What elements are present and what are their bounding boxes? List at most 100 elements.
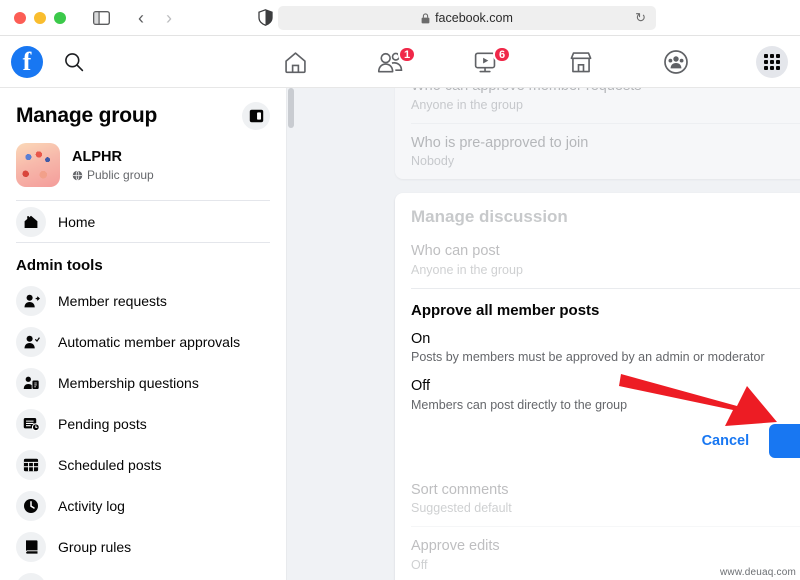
home-icon (16, 206, 46, 237)
sidebar-item-member-requests[interactable]: Member requests (0, 280, 286, 321)
person-add-icon (16, 285, 46, 316)
approve-all-member-posts-block: Approve all member posts On Posts by mem… (395, 287, 800, 470)
manage-discussion-card: Manage discussion Who can post Anyone in… (395, 193, 800, 580)
group-privacy: Public group (72, 168, 154, 182)
radio-description: Members can post directly to the group (411, 397, 628, 412)
sidebar-item-activity-log[interactable]: Activity log (0, 485, 286, 526)
radio-option-off[interactable]: Off Members can post directly to the gro… (411, 374, 800, 422)
sidebar-item-pending-posts[interactable]: Pending posts (0, 403, 286, 444)
avatar (16, 143, 60, 187)
clock-icon (16, 490, 46, 521)
setting-title: Who is pre-approved to join (411, 134, 589, 151)
setting-row-sort-comments[interactable]: Sort comments Suggested default (395, 470, 800, 527)
back-button[interactable]: ‹ (128, 5, 154, 31)
nav-groups-icon[interactable] (628, 36, 723, 88)
url-text-wrapper: facebook.com (421, 11, 513, 25)
setting-text: Who is pre-approved to join Nobody (411, 134, 588, 169)
sidebar-item-membership-questions[interactable]: Membership questions (0, 362, 286, 403)
sidebar-item-label: Scheduled posts (58, 456, 162, 473)
setting-title: Sort comments (411, 481, 509, 498)
nav-marketplace-icon[interactable] (533, 36, 628, 88)
globe-icon (72, 170, 83, 181)
setting-text: Sort comments Suggested default (411, 481, 512, 516)
nav-watch-icon[interactable]: 6 (438, 36, 533, 88)
sidebar-item-label: Activity log (58, 497, 125, 514)
setting-row[interactable]: Who is pre-approved to join Nobody (395, 122, 800, 180)
minimize-window-button[interactable] (34, 11, 46, 24)
sidebar-item-automatic-member-approvals[interactable]: Automatic member approvals (0, 321, 286, 362)
sidebar-item-label: Pending posts (58, 415, 147, 432)
manage-group-sidebar: Manage group ALPHR Public group Home Adm… (0, 88, 287, 580)
card-heading: Manage discussion (411, 207, 568, 227)
setting-title: Approve edits (411, 538, 500, 555)
facebook-logo-icon[interactable]: f (11, 45, 43, 78)
content-scrollbar[interactable] (287, 88, 295, 580)
sidebar-item-label: Membership questions (58, 374, 199, 391)
person-check-icon (16, 326, 46, 357)
setting-title: Who can approve member requests (411, 88, 642, 97)
setting-value: Suggested default (411, 501, 512, 516)
person-question-icon (16, 367, 46, 398)
sidebar-item-scheduled-posts[interactable]: Scheduled posts (0, 444, 286, 485)
group-privacy-label: Public group (87, 168, 154, 183)
url-value: facebook.com (435, 11, 513, 25)
panel-collapse-icon[interactable] (242, 102, 270, 130)
forward-button[interactable]: › (156, 5, 182, 31)
friends-badge: 1 (398, 46, 417, 63)
setting-text: Who can approve member requests Anyone i… (411, 88, 642, 112)
sidebar-header: Manage group (0, 88, 286, 138)
radio-option-on[interactable]: On Posts by members must be approved by … (411, 327, 800, 375)
header-nav-tabs: 1 6 (248, 36, 723, 88)
setting-row-who-can-post[interactable]: Who can post Anyone in the group (395, 231, 800, 288)
lock-icon (421, 12, 430, 23)
cancel-button[interactable]: Cancel (688, 425, 764, 457)
pending-posts-icon (16, 408, 46, 439)
nav-home-icon[interactable] (248, 36, 343, 88)
report-icon (16, 572, 46, 580)
setting-title: Who can post (411, 243, 500, 260)
sidebar-item-label: Member requests (58, 292, 167, 309)
approve-posts-title: Approve all member posts (411, 301, 600, 319)
watermark: www.deuaq.com (720, 567, 796, 578)
membership-settings-card: Who can approve member requests Anyone i… (395, 88, 800, 180)
main-content: Who can approve member requests Anyone i… (295, 88, 800, 580)
sidebar-item-label: Home (58, 213, 96, 230)
reload-button[interactable]: ↻ (635, 10, 646, 26)
browser-navigation: ‹ › (128, 5, 182, 31)
grid-dots (764, 54, 780, 70)
setting-value: Anyone in the group (411, 262, 523, 277)
watch-badge: 6 (493, 46, 512, 63)
sidebar-item-label: Automatic member approvals (58, 333, 241, 350)
page-title: Manage group (16, 104, 158, 127)
sidebar-toggle-icon[interactable] (88, 5, 114, 31)
page-body: Manage group ALPHR Public group Home Adm… (0, 88, 800, 580)
save-button[interactable]: Save (769, 423, 800, 458)
book-icon (16, 531, 46, 562)
radio-label: On (411, 330, 431, 347)
close-window-button[interactable] (14, 11, 26, 24)
address-bar[interactable]: facebook.com ↻ (278, 6, 656, 30)
action-buttons: Cancel Save (411, 422, 800, 458)
sidebar-item-member-reported-content[interactable]: Member-reported content (0, 567, 286, 580)
sidebar-item-group-rules[interactable]: Group rules (0, 526, 286, 567)
setting-value: Nobody (411, 154, 455, 169)
setting-value: Anyone in the group (411, 97, 523, 112)
setting-row[interactable]: Who can approve member requests Anyone i… (395, 88, 800, 123)
scrollbar-thumb[interactable] (288, 88, 294, 128)
shield-icon[interactable] (252, 5, 278, 31)
search-icon[interactable] (63, 51, 85, 73)
group-identity[interactable]: ALPHR Public group (0, 138, 286, 200)
sidebar-item-label: Group rules (58, 538, 132, 555)
maximize-window-button[interactable] (54, 11, 66, 24)
nav-friends-icon[interactable]: 1 (343, 36, 438, 88)
group-text: ALPHR Public group (72, 148, 154, 183)
browser-toolbar: ‹ › facebook.com ↻ (0, 0, 800, 36)
setting-text: Approve edits Off (411, 537, 500, 572)
sidebar-item-home[interactable]: Home (0, 201, 286, 242)
grid-menu-icon[interactable] (756, 46, 788, 78)
calendar-icon (16, 449, 46, 480)
radio-option-text: On Posts by members must be approved by … (411, 330, 765, 365)
setting-text: Who can post Anyone in the group (411, 242, 523, 277)
radio-description: Posts by members must be approved by an … (411, 350, 765, 365)
group-name: ALPHR (72, 148, 122, 165)
